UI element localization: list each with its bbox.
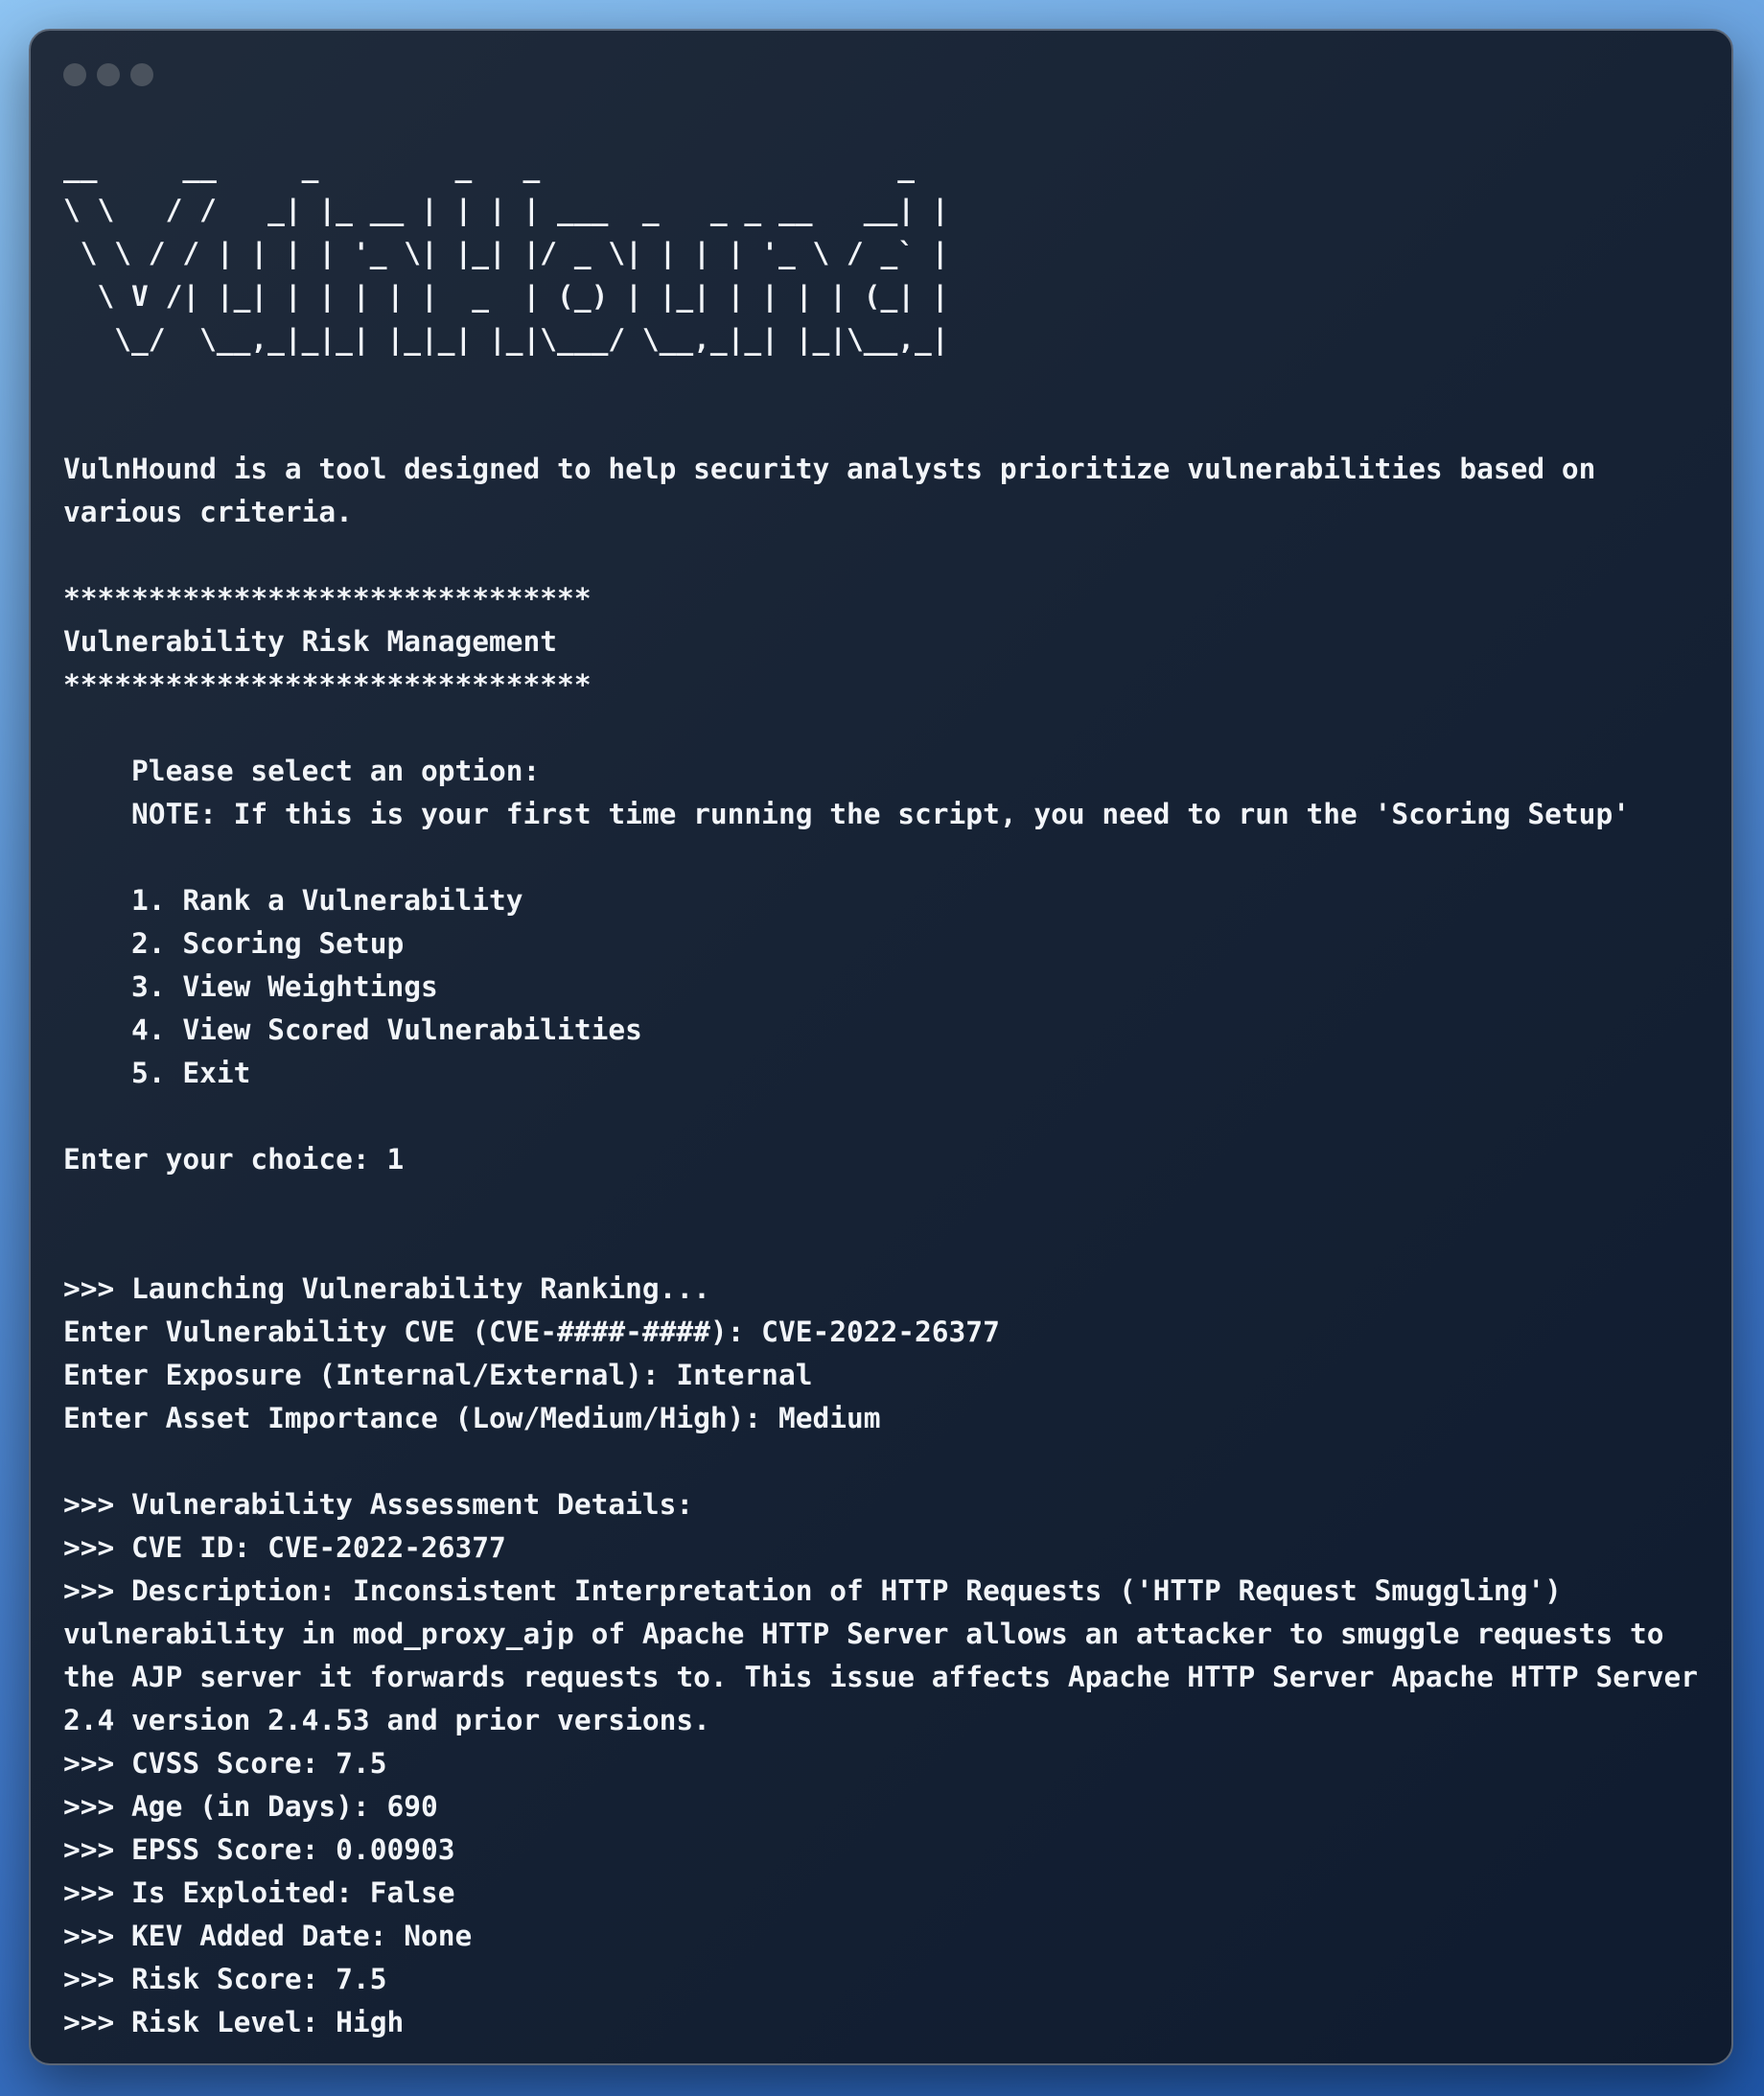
header-stars-top: ******************************* [63,582,592,615]
details-risk-score: >>> Risk Score: 7.5 [63,1963,387,1995]
details-cvss-score: >>> CVSS Score: 7.5 [63,1747,387,1780]
exposure-input-line: Enter Exposure (Internal/External): Inte… [63,1359,813,1391]
window-close-dot[interactable] [63,63,86,86]
ascii-banner: __ __ _ _ _ _ \ \ / / _| |_ __ | | | | _… [63,146,1699,361]
header-stars-bottom: ******************************* [63,668,592,701]
details-risk-level: >>> Risk Level: High [63,2006,405,2038]
details-is-exploited: >>> Is Exploited: False [63,1876,455,1909]
details-heading: >>> Vulnerability Assessment Details: [63,1488,694,1521]
ascii-banner-line: \ \ / / | | | | '_ \| |_| |/ _ \| | | | … [63,237,949,269]
terminal-output: __ __ _ _ _ _ \ \ / / _| |_ __ | | | | _… [63,146,1699,2044]
launch-line: >>> Launching Vulnerability Ranking... [63,1272,710,1305]
details-kev-added-date: >>> KEV Added Date: None [63,1920,473,1952]
menu-prompt: Please select an option: [63,755,541,787]
menu-option-view-weightings: 3. View Weightings [63,970,438,1003]
menu-option-exit: 5. Exit [63,1057,251,1089]
window-controls [63,63,153,86]
ascii-banner-line: \_/ \__,_|_|_| |_|_| |_|\___/ \__,_|_| |… [63,323,949,356]
choice-input-line: Enter your choice: 1 [63,1143,405,1176]
intro-text: VulnHound is a tool designed to help sec… [63,453,1613,528]
cve-input-line: Enter Vulnerability CVE (CVE-####-####):… [63,1316,1000,1348]
ascii-banner-line: \ V /| |_| | | | | | _ | (_) | |_| | | |… [63,280,949,313]
details-cve-id: >>> CVE ID: CVE-2022-26377 [63,1531,506,1564]
header-title: Vulnerability Risk Management [63,625,558,658]
ascii-banner-line: \ \ / / _| |_ __ | | | | ___ _ _ _ __ __… [63,194,949,226]
details-epss-score: >>> EPSS Score: 0.00903 [63,1833,455,1866]
details-age: >>> Age (in Days): 690 [63,1790,438,1823]
menu-note: NOTE: If this is your first time running… [63,798,1630,830]
asset-importance-input-line: Enter Asset Importance (Low/Medium/High)… [63,1402,881,1434]
window-maximize-dot[interactable] [130,63,153,86]
menu-option-view-scored: 4. View Scored Vulnerabilities [63,1013,642,1046]
ascii-banner-line: __ __ _ _ _ _ [63,151,932,183]
menu-option-rank: 1. Rank a Vulnerability [63,884,523,917]
window-minimize-dot[interactable] [97,63,120,86]
menu-option-scoring-setup: 2. Scoring Setup [63,927,405,960]
terminal-window: __ __ _ _ _ _ \ \ / / _| |_ __ | | | | _… [29,29,1733,2065]
details-description: >>> Description: Inconsistent Interpreta… [63,1574,1715,1736]
